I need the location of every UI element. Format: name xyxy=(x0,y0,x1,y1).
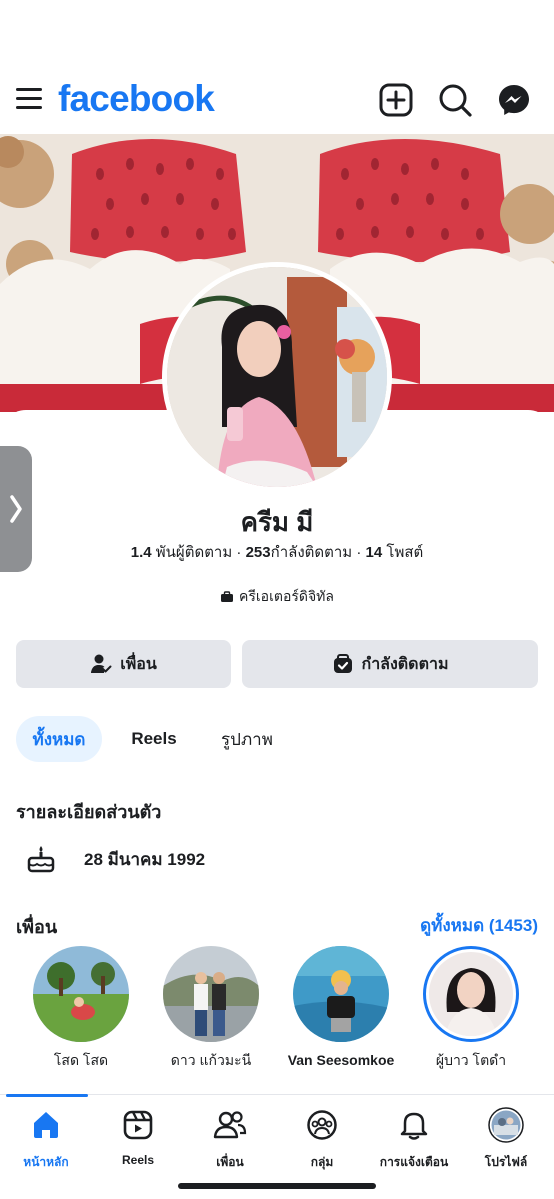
posts-label: โพสต์ xyxy=(386,544,424,561)
category-label: ครีเอเตอร์ดิจิทัล xyxy=(239,588,334,604)
tab-reels[interactable]: Reels xyxy=(116,716,192,762)
birthday-row: 28 มีนาคม 1992 xyxy=(26,844,205,874)
nav-reels[interactable]: Reels xyxy=(92,1107,184,1167)
following-stat[interactable]: 253กำลังติดตาม xyxy=(246,544,353,561)
following-check-icon xyxy=(333,654,352,673)
separator-dot: · xyxy=(236,544,246,561)
followers-stat[interactable]: 1.4 พันผู้ติดตาม xyxy=(131,544,233,561)
nav-profile[interactable]: โปรไฟล์ xyxy=(460,1107,552,1172)
nav-home[interactable]: หน้าหลัก xyxy=(0,1107,92,1172)
messenger-icon[interactable] xyxy=(496,82,532,118)
friend-name: ผู้บาว โตดำ xyxy=(435,1052,507,1068)
menu-icon[interactable] xyxy=(14,84,46,114)
profile-stats: 1.4 พันผู้ติดตาม · 253กำลังติดตาม · 14 โ… xyxy=(0,540,554,564)
nav-groups[interactable]: กลุ่ม xyxy=(276,1107,368,1172)
nav-notifications[interactable]: การแจ้งเตือน xyxy=(368,1107,460,1172)
create-icon[interactable] xyxy=(378,82,414,118)
tab-all[interactable]: ทั้งหมด xyxy=(16,716,102,762)
nav-reels-label: Reels xyxy=(121,1153,155,1167)
active-tab-indicator xyxy=(6,1094,88,1097)
top-bar: facebook xyxy=(0,72,554,128)
friends-section-title: เพื่อน xyxy=(16,917,58,937)
friends-button[interactable]: เพื่อน xyxy=(16,640,231,688)
briefcase-icon xyxy=(221,591,233,602)
nav-friends-label: เพื่อน xyxy=(216,1155,244,1169)
tab-photos[interactable]: รูปภาพ xyxy=(208,716,286,762)
nav-notifications-label: การแจ้งเตือน xyxy=(379,1155,449,1169)
nav-profile-label: โปรไฟล์ xyxy=(484,1155,528,1169)
home-indicator xyxy=(178,1183,376,1189)
bottom-navigation: หน้าหลัก Reels เพื่อน กลุ่ม การแจ้งเตือน… xyxy=(0,1094,554,1199)
side-panel-toggle[interactable] xyxy=(0,446,32,572)
friend-card[interactable]: ดาว แก้วมะนี xyxy=(156,946,266,1069)
followers-label: พันผู้ติดตาม xyxy=(155,544,233,561)
profile-icon xyxy=(488,1107,524,1143)
chevron-right-icon xyxy=(10,495,22,523)
friend-name: Van Seesomkoe xyxy=(287,1052,395,1068)
search-icon[interactable] xyxy=(437,82,473,118)
friend-avatar xyxy=(163,946,259,1042)
friend-card[interactable]: Van Seesomkoe xyxy=(286,946,396,1069)
following-button[interactable]: กำลังติดตาม xyxy=(242,640,538,688)
bell-icon xyxy=(400,1112,428,1140)
friend-card[interactable]: โสด โสด xyxy=(26,946,136,1069)
posts-stat: 14 โพสต์ xyxy=(366,544,424,561)
home-icon xyxy=(34,1112,58,1138)
profile-avatar[interactable] xyxy=(162,262,392,492)
following-count: 253 xyxy=(245,544,271,561)
friend-card[interactable]: ผู้บาว โตดำ xyxy=(416,946,526,1069)
friend-check-icon xyxy=(91,654,112,673)
birthday-cake-icon xyxy=(27,846,55,873)
followers-count: 1.4 xyxy=(130,544,152,561)
separator-dot: · xyxy=(356,544,366,561)
reels-icon xyxy=(123,1110,153,1140)
friend-avatar xyxy=(293,946,389,1042)
friends-button-label: เพื่อน xyxy=(120,655,157,673)
friend-name: โสด โสด xyxy=(53,1052,109,1068)
following-stat-label: กำลังติดตาม xyxy=(270,544,353,561)
birthday-text: 28 มีนาคม 1992 xyxy=(84,849,206,869)
profile-category: ครีเอเตอร์ดิจิทัล xyxy=(0,586,554,608)
friends-icon xyxy=(213,1111,247,1139)
friend-avatar xyxy=(33,946,129,1042)
friend-avatar-story xyxy=(423,946,519,1042)
posts-count: 14 xyxy=(365,544,383,561)
nav-home-label: หน้าหลัก xyxy=(23,1155,69,1169)
profile-name: ครีม มี xyxy=(240,507,314,537)
groups-icon xyxy=(307,1110,337,1140)
see-all-friends-link[interactable]: ดูทั้งหมด (1453) xyxy=(420,912,538,939)
following-button-label: กำลังติดตาม xyxy=(361,655,449,673)
personal-details-title: รายละเอียดส่วนตัว xyxy=(16,802,162,822)
nav-groups-label: กลุ่ม xyxy=(310,1155,334,1169)
facebook-logo[interactable]: facebook xyxy=(58,78,215,120)
nav-friends[interactable]: เพื่อน xyxy=(184,1107,276,1172)
friend-name: ดาว แก้วมะนี xyxy=(170,1052,252,1068)
